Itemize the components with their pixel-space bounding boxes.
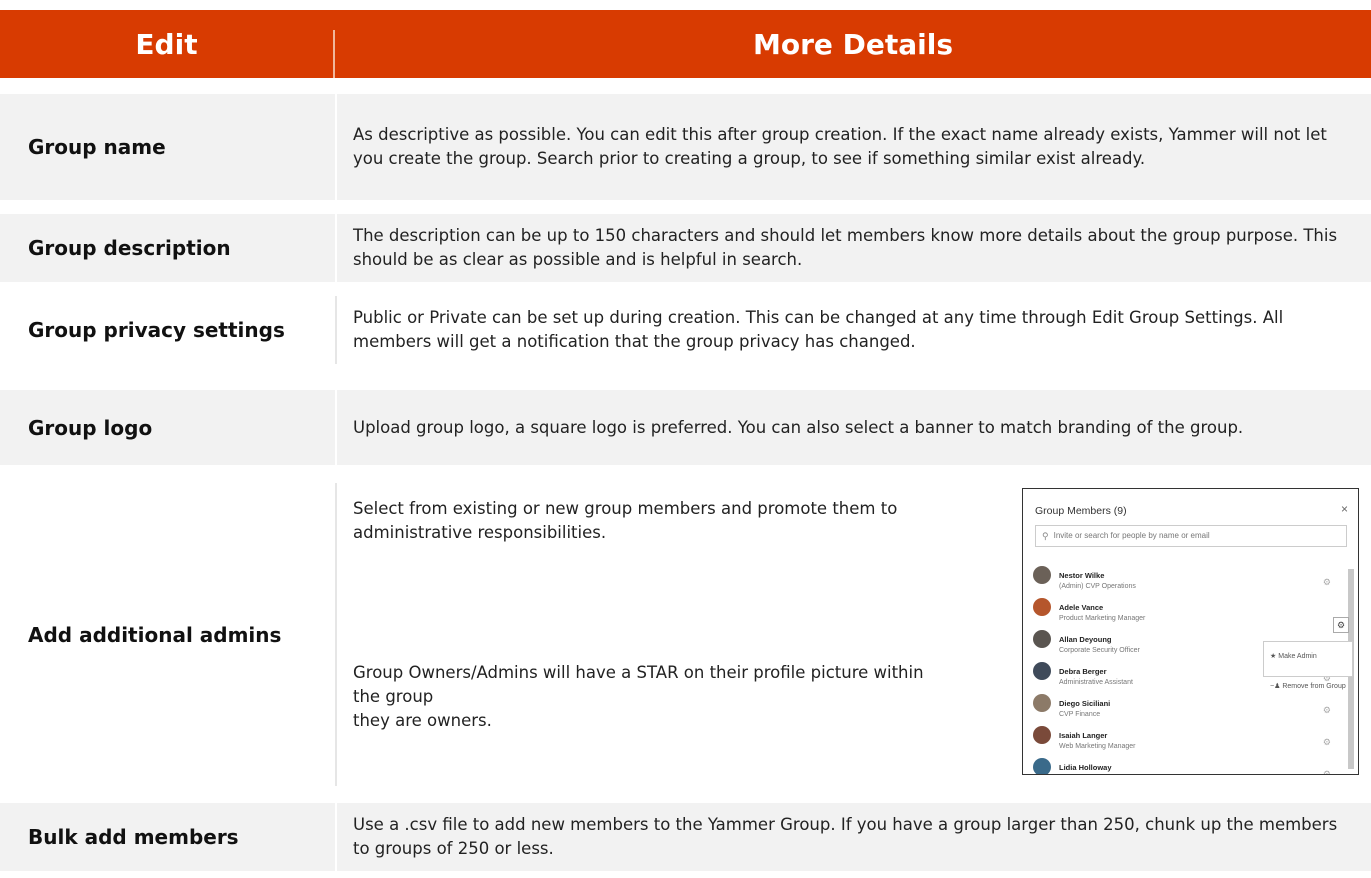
close-icon: × [1340,502,1348,516]
gear-icon: ⚙ [1322,737,1331,747]
table-header: Edit More Details [0,10,1371,78]
row-label: Group description [0,214,335,282]
row-description: The description can be up to 150 charact… [337,214,1371,282]
admin-star-text-line1: Group Owners/Admins will have a STAR on … [353,663,924,706]
group-members-title: Group Members (9) [1035,505,1127,517]
table-row: Add additional admins Select from existi… [0,483,1371,786]
row-label: Add additional admins [28,622,282,647]
admin-star-text-line2: they are owners. [353,711,492,730]
row-description: Upload group logo, a square logo is pref… [337,390,1371,465]
search-placeholder: Invite or search for people by name or e… [1053,531,1210,540]
avatar [1033,694,1051,712]
gear-icon: ⚙ [1322,577,1331,587]
list-item: Nestor Wilke (Admin) CVP Operations ⚙ [1033,564,1333,594]
row-description: Use a .csv file to add new members to th… [337,803,1371,871]
table-row: Group name As descriptive as possible. Y… [0,94,1371,200]
admin-star-text: Group Owners/Admins will have a STAR on … [353,661,933,733]
row-description: As descriptive as possible. You can edit… [337,94,1371,200]
list-item: Lidia Holloway Product Manager ⚙ [1033,756,1333,775]
avatar [1033,758,1051,774]
member-search-input: ⚲ Invite or search for people by name or… [1035,525,1347,547]
remove-person-icon: −♟ [1270,683,1281,690]
header-more-details: More Details [752,27,954,61]
admin-promote-text: Select from existing or new group member… [353,499,898,542]
table-row: Group logo Upload group logo, a square l… [0,390,1371,465]
table-row: Bulk add members Use a .csv file to add … [0,803,1371,871]
avatar [1033,630,1051,648]
member-role: Product Manager [1059,767,1113,774]
remove-from-group-item: −♟ Remove from Group [1264,672,1352,702]
remove-label: Remove from Group [1282,683,1346,690]
row-description: Public or Private can be set up during c… [353,308,1284,351]
list-item: Adele Vance Product Marketing Manager [1033,596,1333,626]
avatar [1033,566,1051,584]
member-action-menu: ★ Make Admin −♟ Remove from Group [1263,641,1353,690]
row-label: Group logo [0,390,335,465]
search-icon: ⚲ [1042,531,1049,541]
list-item: Isaiah Langer Web Marketing Manager ⚙ [1033,724,1333,754]
table-row: Group description The description can be… [0,214,1371,282]
row-label: Group name [0,94,335,200]
gear-icon: ⚙ [1322,769,1331,775]
star-icon: ★ [1270,653,1277,660]
avatar [1033,726,1051,744]
make-admin-item: ★ Make Admin [1264,642,1352,672]
row-label: Group privacy settings [28,318,285,342]
avatar [1033,598,1051,616]
group-members-screenshot: Group Members (9) × ⚲ Invite or search f… [1022,488,1359,775]
make-admin-label: Make Admin [1278,653,1317,660]
avatar [1033,662,1051,680]
table-row: Group privacy settings Public or Private… [0,296,1371,364]
row-description: Select from existing or new group member… [337,483,1371,786]
header-edit: Edit [135,27,198,61]
row-label: Bulk add members [0,803,335,871]
gear-icon: ⚙ [1333,617,1349,633]
